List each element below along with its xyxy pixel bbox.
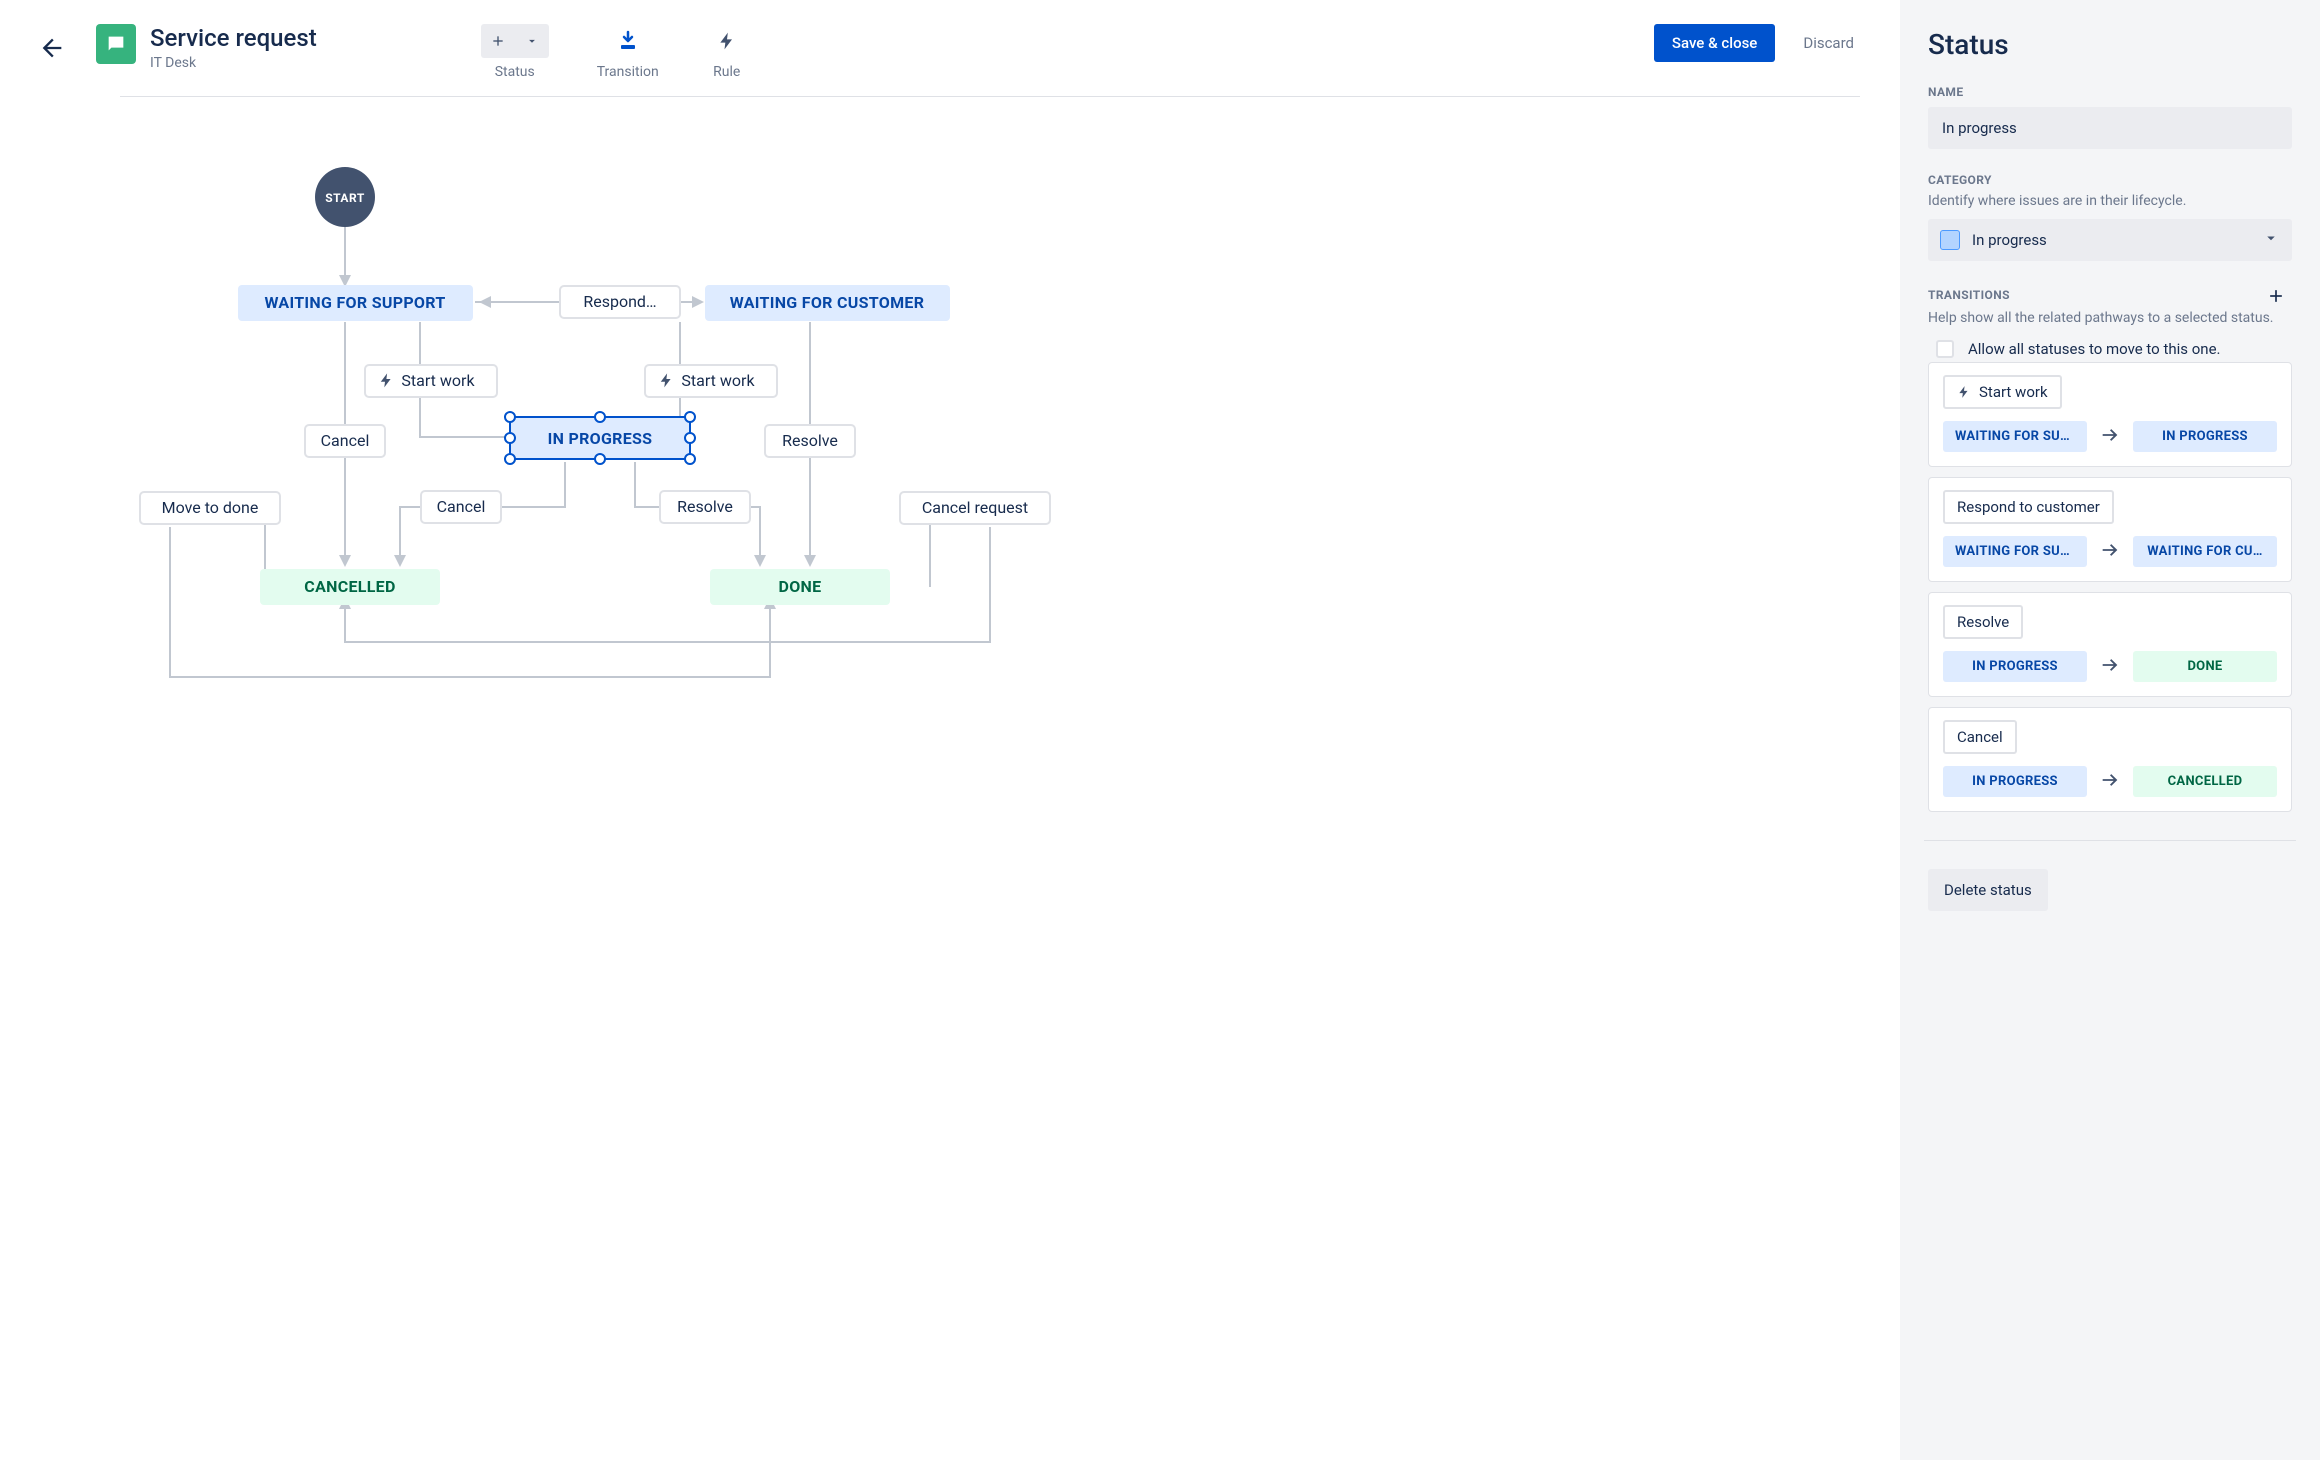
transition-cancel-request[interactable]: Cancel request	[900, 492, 1050, 524]
allow-all-row[interactable]: Allow all statuses to move to this one.	[1928, 336, 2292, 362]
category-help: Identify where issues are in their lifec…	[1928, 193, 2292, 209]
transition-card[interactable]: Resolve IN PROGRESS DONE	[1928, 592, 2292, 697]
save-close-button[interactable]: Save & close	[1654, 24, 1775, 62]
status-tool-label: Status	[495, 64, 535, 80]
transition-to-lozenge: CANCELLED	[2133, 766, 2277, 797]
add-transition-tool[interactable]: Transition	[597, 24, 659, 80]
transition-name-chip[interactable]: Respond to customer	[1943, 490, 2114, 524]
node-done[interactable]: DONE	[710, 569, 890, 605]
transition-tool-label: Transition	[597, 64, 659, 80]
name-label: NAME	[1928, 85, 2292, 99]
svg-text:CANCELLED: CANCELLED	[304, 577, 395, 596]
svg-text:Respond…: Respond…	[583, 292, 656, 311]
node-waiting-for-support[interactable]: WAITING FOR SUPPORT	[238, 285, 473, 321]
transition-start-work-1[interactable]: Start work	[365, 365, 497, 397]
svg-text:IN PROGRESS: IN PROGRESS	[548, 429, 653, 448]
arrow-right-icon	[2099, 539, 2121, 565]
transition-to-lozenge: DONE	[2133, 651, 2277, 682]
category-selected: In progress	[1972, 231, 2250, 249]
add-status-chevron[interactable]	[515, 24, 549, 58]
transitions-help: Help show all the related pathways to a …	[1928, 310, 2292, 326]
transition-resolve-2[interactable]: Resolve	[660, 491, 750, 523]
panel-title: Status	[1928, 28, 2292, 61]
transition-card[interactable]: Start work WAITING FOR SUP… IN PROGRESS	[1928, 362, 2292, 467]
project-subtitle: IT Desk	[150, 55, 317, 71]
transition-cancel-2[interactable]: Cancel	[421, 491, 501, 523]
start-node[interactable]: START	[315, 167, 375, 227]
delete-status-button[interactable]: Delete status	[1928, 869, 2048, 911]
arrow-right-icon	[2099, 424, 2121, 450]
transition-from-lozenge: IN PROGRESS	[1943, 651, 2087, 682]
svg-text:Cancel: Cancel	[437, 497, 486, 516]
project-icon	[96, 24, 136, 64]
transition-icon	[608, 24, 648, 58]
transition-to-lozenge: WAITING FOR CU…	[2133, 536, 2277, 567]
node-cancelled[interactable]: CANCELLED	[260, 569, 440, 605]
workflow-canvas[interactable]: START WAITING FOR SUPPORT WAITING FOR CU…	[0, 97, 1900, 817]
transition-cancel-1[interactable]: Cancel	[305, 425, 385, 457]
transitions-label: TRANSITIONS	[1928, 288, 2010, 302]
transition-card[interactable]: Cancel IN PROGRESS CANCELLED	[1928, 707, 2292, 812]
page-title: Service request	[150, 24, 317, 53]
node-waiting-for-customer[interactable]: WAITING FOR CUSTOMER	[705, 285, 950, 321]
transition-from-lozenge: WAITING FOR SUP…	[1943, 421, 2087, 452]
svg-text:WAITING FOR SUPPORT: WAITING FOR SUPPORT	[264, 293, 445, 312]
add-rule-tool[interactable]: Rule	[707, 24, 747, 80]
svg-text:WAITING FOR CUSTOMER: WAITING FOR CUSTOMER	[730, 293, 925, 312]
arrow-right-icon	[2099, 654, 2121, 680]
back-button[interactable]	[32, 28, 72, 68]
svg-text:Resolve: Resolve	[677, 497, 733, 516]
svg-text:Resolve: Resolve	[782, 431, 838, 450]
transition-respond[interactable]: Respond…	[560, 286, 680, 318]
category-swatch	[1940, 230, 1960, 250]
transition-name-chip[interactable]: Resolve	[1943, 605, 2023, 639]
transition-card[interactable]: Respond to customer WAITING FOR SUP… WAITI…	[1928, 477, 2292, 582]
transition-to-lozenge: IN PROGRESS	[2133, 421, 2277, 452]
project-header: Service request IT Desk	[96, 24, 317, 71]
transition-resolve-1[interactable]: Resolve	[765, 425, 855, 457]
transition-start-work-2[interactable]: Start work	[645, 365, 777, 397]
transition-name-chip[interactable]: Cancel	[1943, 720, 2017, 754]
add-status-tool[interactable]: Status	[481, 24, 549, 80]
transition-from-lozenge: WAITING FOR SUP…	[1943, 536, 2087, 567]
svg-text:START: START	[325, 191, 365, 205]
allow-all-checkbox[interactable]	[1936, 340, 1954, 358]
transition-from-lozenge: IN PROGRESS	[1943, 766, 2087, 797]
svg-text:Start work: Start work	[681, 371, 755, 390]
svg-text:Move to done: Move to done	[162, 498, 259, 517]
category-select[interactable]: In progress	[1928, 219, 2292, 261]
svg-text:Start work: Start work	[401, 371, 475, 390]
rule-icon	[707, 24, 747, 58]
svg-text:DONE: DONE	[779, 577, 822, 596]
node-in-progress-selected[interactable]: IN PROGRESS	[505, 412, 695, 464]
discard-button[interactable]: Discard	[1797, 33, 1860, 53]
add-transition-button[interactable]	[2260, 285, 2292, 312]
transition-name-chip[interactable]: Start work	[1943, 375, 2062, 409]
transition-move-to-done[interactable]: Move to done	[140, 492, 280, 524]
add-status-plus[interactable]	[481, 24, 515, 58]
status-name-input[interactable]	[1928, 107, 2292, 149]
svg-text:Cancel: Cancel	[321, 431, 370, 450]
category-label: CATEGORY	[1928, 173, 2292, 187]
allow-all-label: Allow all statuses to move to this one.	[1968, 340, 2221, 358]
status-side-panel: Status NAME CATEGORY Identify where issu…	[1900, 0, 2320, 1460]
svg-text:Cancel request: Cancel request	[922, 498, 1028, 517]
rule-tool-label: Rule	[713, 64, 740, 80]
arrow-right-icon	[2099, 769, 2121, 795]
chevron-down-icon	[2262, 229, 2280, 251]
